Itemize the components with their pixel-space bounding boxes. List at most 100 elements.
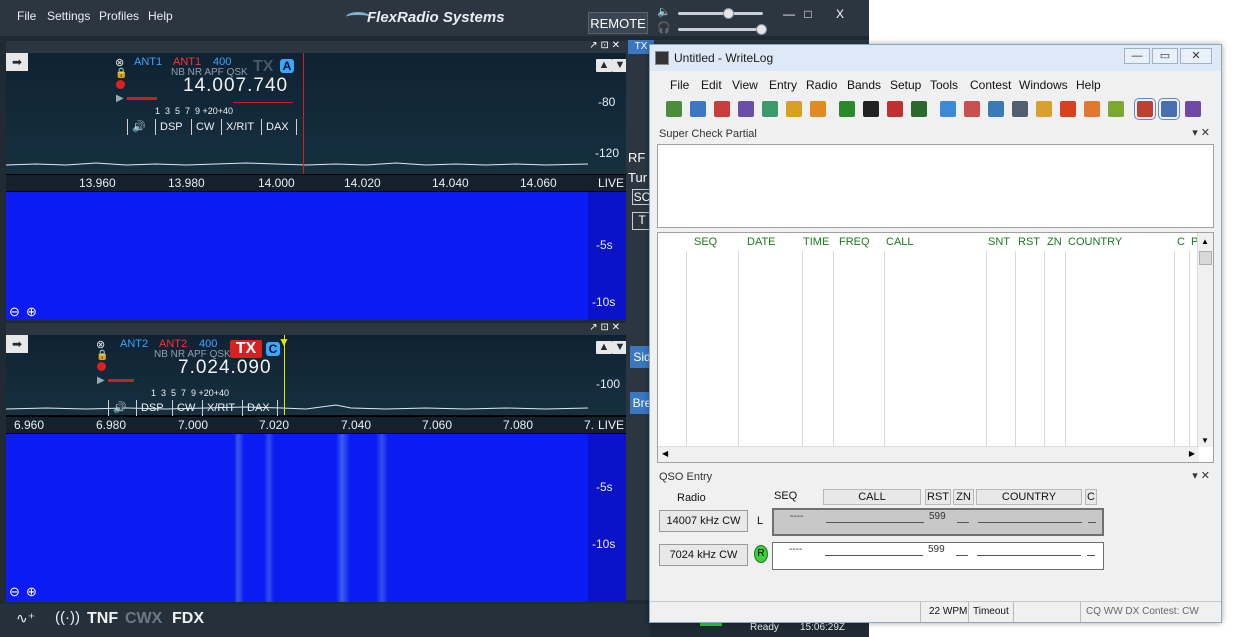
slice-a-tx-antenna[interactable]: ANT1 bbox=[134, 56, 162, 68]
headphone-slider[interactable] bbox=[678, 28, 763, 31]
super-check-partial-list[interactable] bbox=[657, 144, 1214, 228]
row-1-country-field[interactable] bbox=[978, 522, 1082, 523]
slice-a-play-icon[interactable]: ▶ bbox=[116, 93, 124, 104]
slice-c-letter[interactable]: C bbox=[266, 342, 280, 356]
remote-button[interactable]: REMOTE bbox=[588, 12, 648, 34]
waveform-icon[interactable]: ∿⁺ bbox=[16, 610, 35, 627]
log-header-seq[interactable]: SEQ bbox=[694, 236, 717, 248]
globe-icon[interactable] bbox=[762, 101, 778, 117]
slice-a-dsp-button[interactable]: DSP bbox=[155, 119, 191, 135]
radio-icon[interactable] bbox=[887, 101, 903, 117]
qso-pane-controls[interactable]: ▾ ✕ bbox=[1192, 469, 1210, 482]
key-icon[interactable] bbox=[786, 101, 802, 117]
log-header-date[interactable]: DATE bbox=[747, 236, 776, 248]
slice-a-mode-button[interactable]: CW bbox=[191, 119, 221, 135]
radio-2-active-flag[interactable]: R bbox=[754, 545, 768, 563]
tnf-button[interactable]: TNF bbox=[87, 610, 118, 628]
wl-menu-help[interactable]: Help bbox=[1076, 78, 1101, 92]
row-1-call-field[interactable] bbox=[826, 522, 924, 523]
wl-minimize-button[interactable]: — bbox=[1124, 48, 1150, 64]
save-icon[interactable] bbox=[714, 101, 730, 117]
panadapter-b-frequency-scale[interactable]: 6.960 6.980 7.000 7.020 7.040 7.060 7.08… bbox=[6, 417, 626, 433]
wl-menu-entry[interactable]: Entry bbox=[769, 78, 797, 92]
slice-c-mode-button[interactable]: CW bbox=[172, 400, 202, 416]
qso-entry-row-1[interactable]: ---- 599 bbox=[772, 508, 1104, 536]
panadapter-a-up-arrow[interactable]: ▲ bbox=[596, 59, 612, 72]
pin-icon[interactable] bbox=[1060, 101, 1076, 117]
qso-header-call[interactable]: CALL bbox=[823, 489, 921, 505]
log-grid[interactable]: SEQ DATE TIME FREQ CALL SNT RST ZN COUNT… bbox=[657, 232, 1214, 463]
wl-maximize-button[interactable]: ▭ bbox=[1152, 48, 1178, 64]
panadapter-a-frequency-scale[interactable]: 13.960 13.980 14.000 14.020 14.040 14.06… bbox=[6, 175, 626, 191]
row-2-c-field[interactable] bbox=[1087, 555, 1095, 556]
checker-icon[interactable] bbox=[863, 101, 879, 117]
flex-menu-file[interactable]: File bbox=[17, 9, 36, 23]
scroll-right-icon[interactable]: ▶ bbox=[1189, 449, 1195, 458]
slice-a-letter[interactable]: A bbox=[280, 59, 294, 73]
slice-a-lock-icon[interactable]: 🔒 bbox=[115, 68, 127, 79]
log-horizontal-scrollbar[interactable]: ◀ ▶ bbox=[658, 446, 1199, 462]
qso-header-country[interactable]: COUNTRY bbox=[976, 489, 1082, 505]
log-header-zn[interactable]: ZN bbox=[1047, 236, 1062, 248]
meter-icon[interactable] bbox=[911, 101, 927, 117]
zoom-in-icon[interactable]: ⊕ bbox=[26, 584, 37, 600]
panadapter-a-spectrum[interactable]: ➡ ▲ ▼ -80 -120 ⊗ 🔒 ▶ ANT1 ANT1 400 NB NR… bbox=[6, 53, 628, 174]
volume-slider-knob[interactable] bbox=[723, 8, 734, 19]
slice-c-record-icon[interactable] bbox=[97, 362, 106, 371]
writelog-titlebar[interactable]: Untitled - WriteLog — ▭ ✕ bbox=[650, 45, 1221, 71]
scp-pane-controls[interactable]: ▾ ✕ bbox=[1192, 126, 1210, 139]
antenna-icon[interactable] bbox=[738, 101, 754, 117]
flex-maximize-button[interactable]: □ bbox=[797, 5, 819, 23]
row-2-zn-field[interactable] bbox=[956, 555, 968, 556]
wl-menu-tools[interactable]: Tools bbox=[930, 78, 958, 92]
slice-a-marker[interactable] bbox=[303, 53, 304, 174]
panadapter-b-window-controls[interactable]: ↗ ⊡ ✕ bbox=[589, 322, 620, 333]
window-icon[interactable] bbox=[1158, 98, 1180, 120]
wl-menu-setup[interactable]: Setup bbox=[890, 78, 921, 92]
slice-a-dax-button[interactable]: DAX bbox=[261, 119, 297, 135]
panadapter-a-expand-button[interactable]: ➡ bbox=[6, 53, 28, 71]
slice-c-mute-icon[interactable]: 🔊 bbox=[108, 400, 136, 416]
headphone-slider-knob[interactable] bbox=[756, 24, 767, 35]
bars-icon[interactable] bbox=[940, 101, 956, 117]
cwx-button[interactable]: CWX bbox=[125, 610, 162, 628]
slice-c-tx-indicator[interactable]: TX bbox=[230, 340, 262, 358]
panadapter-b-expand-button[interactable]: ➡ bbox=[6, 335, 28, 353]
log-vscroll-thumb[interactable] bbox=[1199, 251, 1212, 265]
slice-a-frequency[interactable]: 14.007.740 bbox=[183, 75, 288, 97]
waterfall-a[interactable] bbox=[6, 192, 588, 320]
flex-menu-profiles[interactable]: Profiles bbox=[99, 9, 139, 23]
calendar-icon[interactable] bbox=[964, 101, 980, 117]
qso-header-c[interactable]: C bbox=[1085, 489, 1097, 505]
target-icon[interactable] bbox=[839, 101, 855, 117]
scroll-up-icon[interactable]: ▲ bbox=[1201, 237, 1209, 246]
log-vertical-scrollbar[interactable]: ▲ ▼ bbox=[1197, 233, 1213, 447]
slice-c-tx-antenna[interactable]: ANT2 bbox=[120, 338, 148, 350]
wl-menu-file[interactable]: File bbox=[670, 78, 689, 92]
wl-menu-windows[interactable]: Windows bbox=[1019, 78, 1068, 92]
open-icon[interactable] bbox=[690, 101, 706, 117]
zoom-out-icon[interactable]: ⊖ bbox=[9, 304, 20, 320]
wl-menu-edit[interactable]: Edit bbox=[701, 78, 722, 92]
slice-a-xrit-button[interactable]: X/RIT bbox=[221, 119, 261, 135]
row-1-c-field[interactable] bbox=[1088, 522, 1096, 523]
wl-menu-contest[interactable]: Contest bbox=[970, 78, 1011, 92]
briefcase-icon[interactable] bbox=[810, 101, 826, 117]
compass-icon[interactable] bbox=[988, 101, 1004, 117]
log-header-time[interactable]: TIME bbox=[803, 236, 829, 248]
row-2-country-field[interactable] bbox=[977, 555, 1081, 556]
waterfall-b[interactable] bbox=[6, 434, 588, 602]
wave-icon[interactable] bbox=[1108, 101, 1124, 117]
flex-menu-help[interactable]: Help bbox=[148, 9, 173, 23]
slice-a-tx-indicator[interactable]: TX bbox=[253, 58, 273, 76]
slice-a-record-icon[interactable] bbox=[116, 80, 125, 89]
log-header-country[interactable]: COUNTRY bbox=[1068, 236, 1122, 248]
row-1-rst[interactable]: 599 bbox=[929, 511, 946, 522]
scroll-down-icon[interactable]: ▼ bbox=[1201, 436, 1209, 445]
row-2-rst[interactable]: 599 bbox=[928, 544, 945, 555]
wl-menu-radio[interactable]: Radio bbox=[806, 78, 837, 92]
pencil-icon[interactable] bbox=[1036, 101, 1052, 117]
log-header-call[interactable]: CALL bbox=[886, 236, 914, 248]
slice-c-dsp-button[interactable]: DSP bbox=[136, 400, 172, 416]
zoom-out-icon[interactable]: ⊖ bbox=[9, 584, 20, 600]
